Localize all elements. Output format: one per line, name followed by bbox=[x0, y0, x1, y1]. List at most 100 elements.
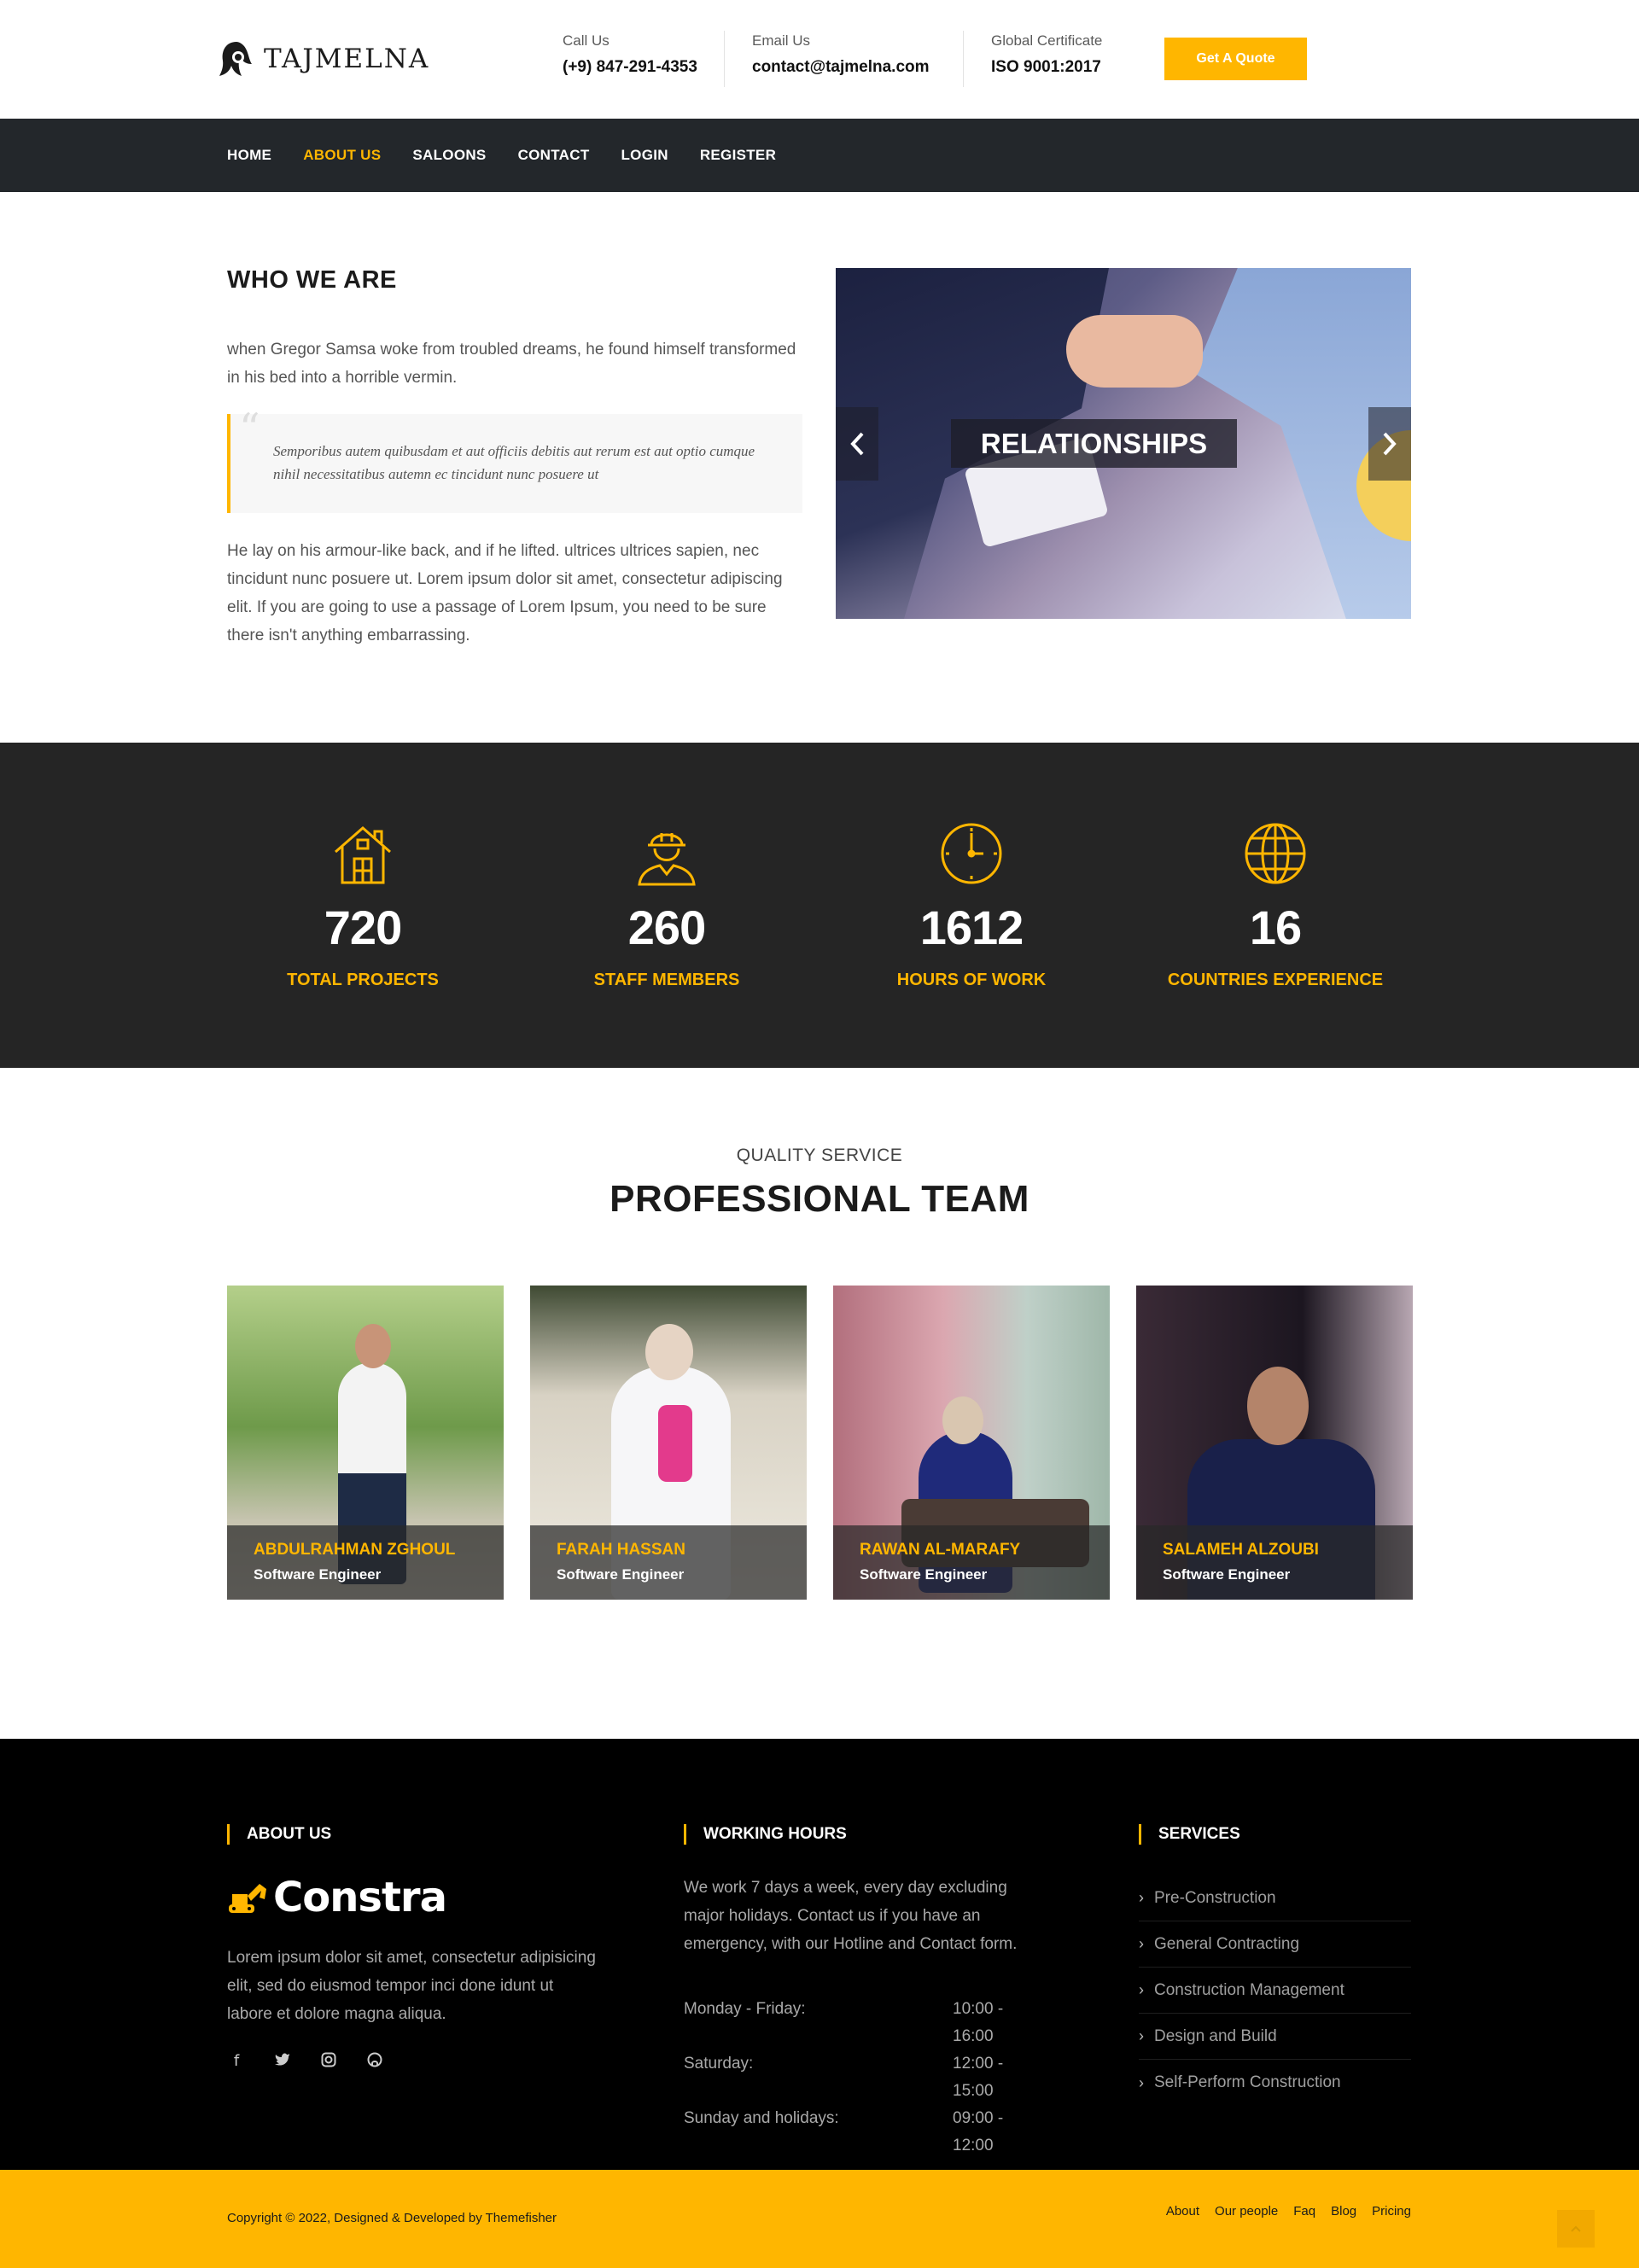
team-heading: QUALITY SERVICE PROFESSIONAL TEAM bbox=[0, 1146, 1639, 1221]
excavator-icon bbox=[229, 1884, 266, 1913]
who-we-are-body: He lay on his armour-like back, and if h… bbox=[227, 542, 783, 644]
site-footer: ABOUT US Constra Lorem ipsum dolor sit a… bbox=[0, 1739, 1639, 2170]
footer-hours-column: WORKING HOURS We work 7 days a week, eve… bbox=[684, 1824, 1059, 2160]
member-caption: FARAH HASSAN Software Engineer bbox=[530, 1525, 807, 1600]
footer-link-pricing[interactable]: Pricing bbox=[1372, 2204, 1411, 2218]
team-member-card[interactable]: FARAH HASSAN Software Engineer bbox=[530, 1286, 807, 1600]
image-slider[interactable]: RELATIONSHIPS bbox=[836, 268, 1411, 619]
chevron-right-icon: › bbox=[1139, 1981, 1144, 1998]
stat-value: 720 bbox=[324, 901, 402, 954]
house-icon bbox=[335, 826, 391, 884]
footer-brand-name: Constra bbox=[273, 1874, 447, 1921]
member-name: ABDULRAHMAN ZGHOUL bbox=[254, 1541, 456, 1559]
stat-hours-of-work: 1612 HOURS OF WORK bbox=[820, 819, 1123, 990]
chevron-right-icon: › bbox=[1139, 1935, 1144, 1952]
social-links: f bbox=[227, 2052, 603, 2072]
call-us-info: Call Us (+9) 847-291-4353 bbox=[563, 32, 697, 89]
slider-prev-button[interactable] bbox=[836, 407, 878, 481]
service-item[interactable]: › Construction Management bbox=[1139, 1968, 1411, 2014]
stat-label: STAFF MEMBERS bbox=[593, 971, 740, 989]
worker-icon bbox=[638, 833, 696, 886]
chevron-right-icon: › bbox=[1139, 2073, 1144, 2091]
footer-link-faq[interactable]: Faq bbox=[1293, 2204, 1315, 2218]
chevron-up-icon bbox=[1571, 2225, 1581, 2232]
logo-text: TAJMELNA bbox=[264, 44, 430, 74]
footer-link-blog[interactable]: Blog bbox=[1331, 2204, 1356, 2218]
email-us-value[interactable]: contact@tajmelna.com bbox=[752, 58, 930, 77]
email-us-info: Email Us contact@tajmelna.com bbox=[752, 32, 930, 89]
nav-item-about-us[interactable]: ABOUT US bbox=[303, 147, 381, 164]
footer-hours-text: We work 7 days a week, every day excludi… bbox=[684, 1879, 1018, 1953]
hours-day: Saturday: bbox=[684, 2055, 754, 2073]
hours-time: 09:00 - 12:00 bbox=[953, 2109, 1004, 2154]
call-us-value[interactable]: (+9) 847-291-4353 bbox=[563, 58, 697, 77]
member-caption: RAWAN AL-MARAFY Software Engineer bbox=[833, 1525, 1110, 1600]
chevron-right-icon: › bbox=[1139, 2027, 1144, 2044]
quote-icon: “ bbox=[239, 405, 260, 452]
stat-value: 1612 bbox=[919, 901, 1024, 954]
footer-brand[interactable]: Constra bbox=[227, 1874, 603, 1921]
member-name: RAWAN AL-MARAFY bbox=[860, 1541, 1021, 1559]
service-label: Self-Perform Construction bbox=[1154, 2073, 1341, 2091]
hours-time: 12:00 - 15:00 bbox=[953, 2055, 1004, 2100]
clock-icon bbox=[941, 823, 1002, 884]
team-member-card[interactable]: RAWAN AL-MARAFY Software Engineer bbox=[833, 1286, 1110, 1600]
slider-next-button[interactable] bbox=[1368, 407, 1411, 481]
footer-about-title: ABOUT US bbox=[227, 1824, 603, 1845]
service-item[interactable]: › General Contracting bbox=[1139, 1921, 1411, 1968]
nav-item-login[interactable]: LOGIN bbox=[621, 147, 668, 164]
footer-about-column: ABOUT US Constra Lorem ipsum dolor sit a… bbox=[227, 1824, 603, 2072]
chevron-right-icon bbox=[1383, 432, 1397, 456]
twitter-icon[interactable] bbox=[273, 2052, 292, 2072]
facebook-icon[interactable]: f bbox=[227, 2052, 246, 2072]
stat-label: TOTAL PROJECTS bbox=[287, 971, 439, 989]
service-label: Pre-Construction bbox=[1154, 1888, 1276, 1907]
member-caption: SALAMEH ALZOUBI Software Engineer bbox=[1136, 1525, 1413, 1600]
member-role: Software Engineer bbox=[860, 1566, 988, 1583]
stat-label: HOURS OF WORK bbox=[896, 971, 1047, 989]
hours-row: Sunday and holidays: 09:00 - 12:00 bbox=[684, 2105, 1047, 2160]
stat-value: 16 bbox=[1249, 901, 1302, 954]
team-member-card[interactable]: SALAMEH ALZOUBI Software Engineer bbox=[1136, 1286, 1413, 1600]
chevron-left-icon bbox=[850, 432, 864, 456]
divider bbox=[724, 31, 725, 87]
service-item[interactable]: › Pre-Construction bbox=[1139, 1875, 1411, 1921]
nav-item-saloons[interactable]: SALOONS bbox=[412, 147, 486, 164]
handshake-image bbox=[1066, 315, 1203, 388]
footer-services-column: SERVICES › Pre-Construction › General Cont… bbox=[1139, 1824, 1412, 2106]
divider bbox=[963, 31, 964, 87]
member-role: Software Engineer bbox=[254, 1566, 382, 1583]
stat-staff-members: 260 STAFF MEMBERS bbox=[515, 819, 819, 990]
working-hours-table: Monday - Friday: 10:00 - 16:00 Saturday:… bbox=[684, 1996, 1047, 2160]
site-logo[interactable]: TAJMELNA bbox=[218, 38, 429, 80]
footer-about-text: Lorem ipsum dolor sit amet, consectetur … bbox=[227, 1949, 596, 2023]
member-role: Software Engineer bbox=[557, 1566, 685, 1583]
email-us-label: Email Us bbox=[752, 32, 811, 49]
nav-item-home[interactable]: HOME bbox=[227, 147, 271, 164]
top-header: TAJMELNA Call Us (+9) 847-291-4353 Email… bbox=[0, 0, 1639, 119]
member-role: Software Engineer bbox=[1163, 1566, 1291, 1583]
hours-row: Monday - Friday: 10:00 - 16:00 bbox=[684, 1996, 1047, 2050]
certificate-info: Global Certificate ISO 9001:2017 bbox=[991, 32, 1102, 89]
footer-link-our-people[interactable]: Our people bbox=[1215, 2204, 1278, 2218]
service-item[interactable]: › Self-Perform Construction bbox=[1139, 2060, 1411, 2106]
call-us-label: Call Us bbox=[563, 32, 610, 49]
footer-hours-title: WORKING HOURS bbox=[684, 1824, 1059, 1845]
main-nav: HOME ABOUT US SALOONS CONTACT LOGIN REGI… bbox=[0, 119, 1639, 192]
github-icon[interactable] bbox=[365, 2052, 384, 2072]
certificate-value: ISO 9001:2017 bbox=[991, 58, 1101, 76]
copyright-text: Copyright © 2022, Designed & Developed b… bbox=[227, 2211, 557, 2225]
nav-item-contact[interactable]: CONTACT bbox=[518, 147, 590, 164]
service-item[interactable]: › Design and Build bbox=[1139, 2014, 1411, 2060]
footer-link-about[interactable]: About bbox=[1166, 2204, 1199, 2218]
get-a-quote-button[interactable]: Get A Quote bbox=[1164, 38, 1307, 80]
who-we-are-section: WHO WE ARE when Gregor Samsa woke from t… bbox=[227, 266, 804, 650]
team-subtitle: QUALITY SERVICE bbox=[736, 1146, 903, 1165]
stat-value: 260 bbox=[627, 901, 706, 954]
back-to-top-button[interactable] bbox=[1557, 2210, 1595, 2248]
nav-item-register[interactable]: REGISTER bbox=[700, 147, 776, 164]
hours-day: Sunday and holidays: bbox=[684, 2109, 839, 2127]
team-member-card[interactable]: ABDULRAHMAN ZGHOUL Software Engineer bbox=[227, 1286, 504, 1600]
member-caption: ABDULRAHMAN ZGHOUL Software Engineer bbox=[227, 1525, 504, 1600]
instagram-icon[interactable] bbox=[319, 2052, 338, 2072]
